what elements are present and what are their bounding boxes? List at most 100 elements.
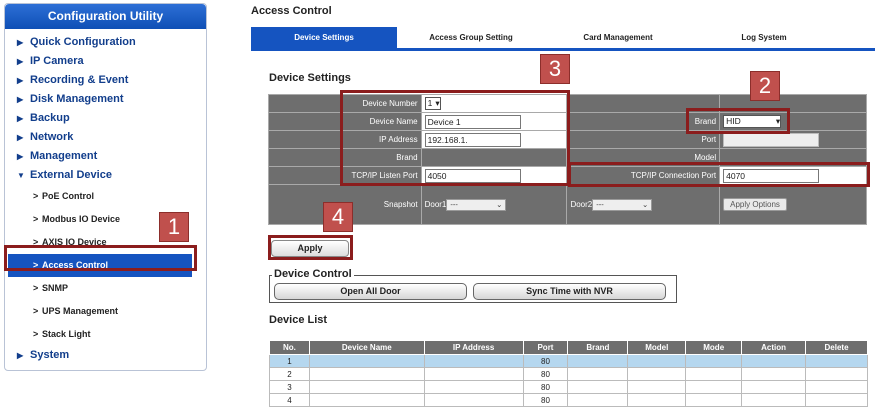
callout-badge-1: 1: [159, 212, 189, 242]
table-cell: [805, 380, 868, 394]
table-cell: 2: [269, 367, 310, 381]
open-all-door-button[interactable]: Open All Door: [274, 283, 467, 300]
menu-item-system[interactable]: ▶ System: [5, 346, 206, 365]
device-settings-title: Device Settings: [269, 72, 351, 84]
door1-label: Door1: [424, 199, 447, 209]
table-row[interactable]: 1 80: [269, 354, 868, 368]
column-header: Brand: [567, 340, 629, 355]
device-list-title: Device List: [269, 314, 328, 326]
column-header: Device Name: [308, 340, 425, 355]
menu-item-external-device[interactable]: ▼ External Device: [5, 166, 206, 185]
tab-card-management[interactable]: Card Management: [545, 27, 691, 48]
table-cell: 1: [269, 354, 310, 368]
tab-bar: Device Settings Access Group Setting Car…: [251, 27, 875, 51]
sidebar: Configuration Utility ▶ Quick Configurati…: [4, 3, 207, 371]
submenu-label: UPS Management: [42, 306, 119, 316]
menu-item-management[interactable]: ▶ Management: [5, 147, 206, 166]
submenu-item-stack-light[interactable]: > Stack Light: [5, 323, 206, 346]
submenu-label: Modbus IO Device: [42, 214, 121, 224]
table-cell: [308, 380, 425, 394]
highlight-brand: [686, 108, 790, 134]
arrow-right-icon: ▶: [17, 57, 24, 66]
column-header: Model: [627, 340, 687, 355]
table-cell: [567, 367, 629, 381]
submenu-item-snmp[interactable]: > SNMP: [5, 277, 206, 300]
callout-badge-3: 3: [540, 54, 570, 84]
sync-time-button[interactable]: Sync Time with NVR: [473, 283, 666, 300]
highlight-access-control: [4, 245, 197, 271]
table-header-row: No. Device Name IP Address Port Brand Mo…: [269, 340, 868, 355]
table-row[interactable]: 3 80: [269, 380, 868, 394]
table-cell: [741, 380, 807, 394]
table-cell: [685, 354, 743, 368]
menu-label: System: [30, 349, 70, 361]
menu-label: IP Camera: [30, 55, 84, 67]
door2-select[interactable]: --- ⌄: [592, 198, 653, 211]
table-cell: [423, 354, 524, 368]
page-title: Access Control: [251, 5, 332, 17]
table-cell: [627, 393, 687, 407]
chevron-down-icon: ⌄: [496, 200, 503, 209]
table-cell: [308, 393, 425, 407]
table-cell: [741, 367, 807, 381]
menu-label: Disk Management: [30, 93, 124, 105]
callout-badge-2: 2: [750, 71, 780, 101]
menu-item-backup[interactable]: ▶ Backup: [5, 109, 206, 128]
tab-log-system[interactable]: Log System: [691, 27, 837, 48]
table-row[interactable]: 2 80: [269, 367, 868, 381]
table-cell: [423, 393, 524, 407]
table-cell: 80: [522, 354, 569, 368]
device-list-table: No. Device Name IP Address Port Brand Mo…: [269, 340, 868, 407]
submenu-item-ups[interactable]: > UPS Management: [5, 300, 206, 323]
column-header: Action: [741, 340, 807, 355]
arrow-right-icon: ▶: [17, 95, 24, 104]
menu-label: Network: [30, 131, 74, 143]
callout-badge-4: 4: [323, 202, 353, 232]
chevron-right-icon: >: [33, 283, 39, 293]
submenu-label: SNMP: [42, 283, 69, 293]
table-cell: 80: [522, 393, 569, 407]
arrow-right-icon: ▶: [17, 133, 24, 142]
table-cell: [741, 393, 807, 407]
door1-select[interactable]: --- ⌄: [446, 198, 507, 211]
table-cell: 4: [269, 393, 310, 407]
table-cell: [567, 393, 629, 407]
highlight-device-fields: [340, 90, 570, 186]
submenu-item-poe-control[interactable]: > PoE Control: [5, 185, 206, 208]
table-cell: [308, 367, 425, 381]
arrow-right-icon: ▶: [17, 152, 24, 161]
sidebar-title: Configuration Utility: [5, 4, 206, 29]
highlight-apply: [268, 235, 353, 260]
menu-label: External Device: [30, 169, 112, 181]
menu-label: Recording & Event: [30, 74, 129, 86]
arrow-down-icon: ▼: [17, 171, 25, 180]
tab-access-group-setting[interactable]: Access Group Setting: [397, 27, 545, 48]
menu-item-recording-event[interactable]: ▶ Recording & Event: [5, 71, 206, 90]
door2-label: Door2: [570, 199, 593, 209]
menu-item-quick-configuration[interactable]: ▶ Quick Configuration: [5, 33, 206, 52]
chevron-right-icon: >: [33, 214, 39, 224]
chevron-right-icon: >: [33, 329, 39, 339]
menu-label: Management: [30, 150, 98, 162]
tab-device-settings[interactable]: Device Settings: [251, 27, 397, 48]
table-cell: [805, 367, 868, 381]
submenu-label: PoE Control: [42, 191, 94, 201]
port-input[interactable]: [723, 132, 820, 147]
table-cell: [685, 380, 743, 394]
menu-item-ip-camera[interactable]: ▶ IP Camera: [5, 52, 206, 71]
apply-options-button[interactable]: Apply Options: [723, 198, 787, 211]
table-cell: [805, 354, 868, 368]
table-cell: [685, 367, 743, 381]
column-header: Port: [522, 340, 569, 355]
device-control-legend: Device Control: [272, 268, 354, 280]
table-cell: 3: [269, 380, 310, 394]
chevron-down-icon: ⌄: [641, 200, 649, 209]
menu-item-disk-management[interactable]: ▶ Disk Management: [5, 90, 206, 109]
arrow-right-icon: ▶: [17, 76, 24, 85]
menu-label: Quick Configuration: [30, 36, 136, 48]
table-cell: [685, 393, 743, 407]
menu-item-network[interactable]: ▶ Network: [5, 128, 206, 147]
chevron-right-icon: >: [33, 191, 39, 201]
arrow-right-icon: ▶: [17, 114, 24, 123]
table-row[interactable]: 4 80: [269, 393, 868, 407]
